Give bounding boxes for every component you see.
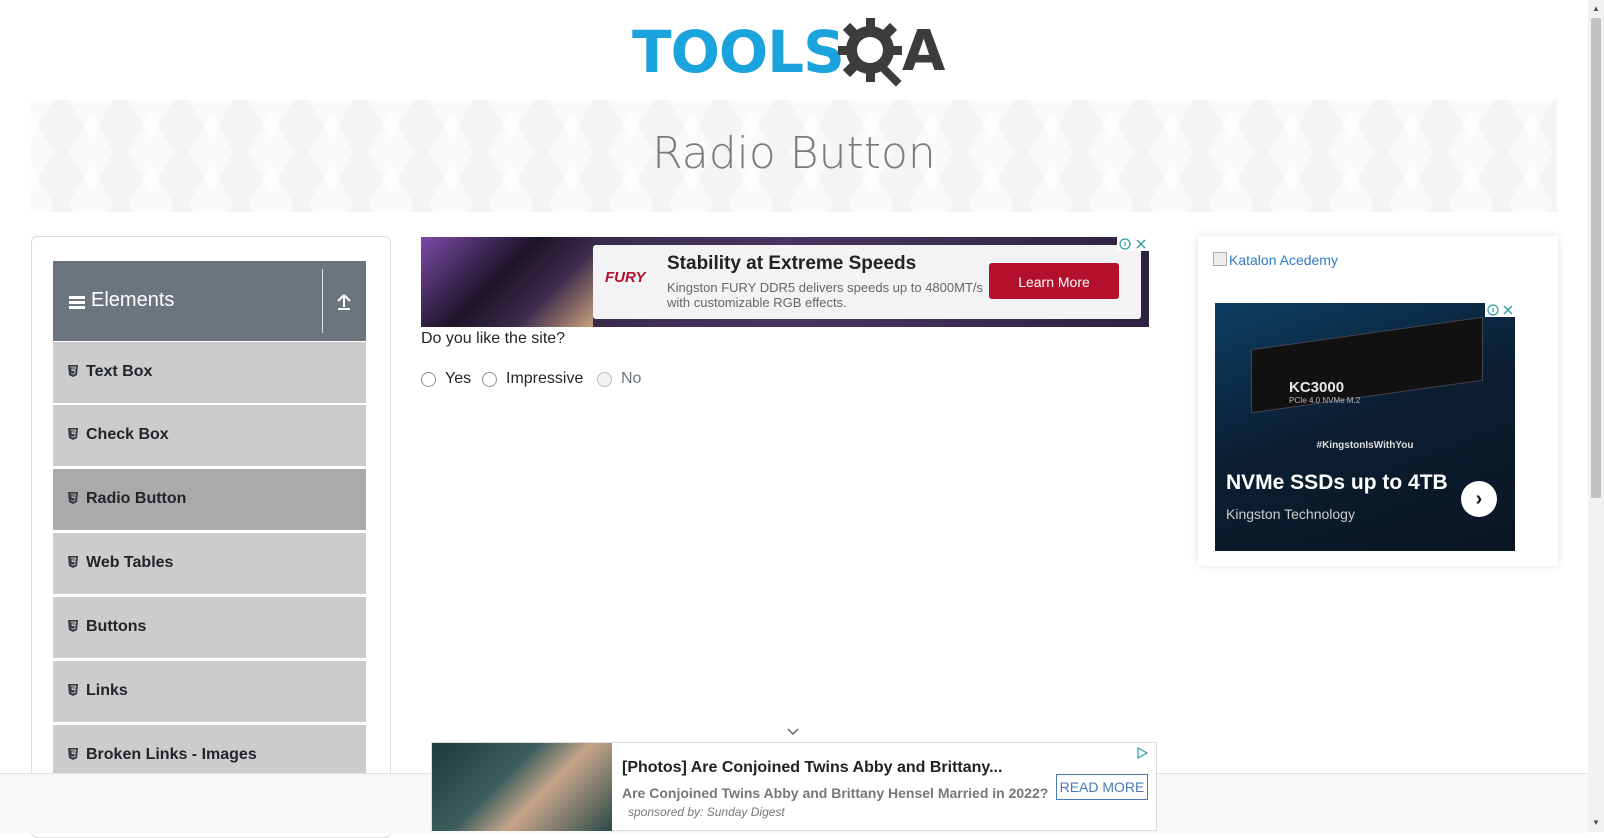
html5-icon <box>68 428 78 440</box>
sidebar-item-label: Check Box <box>86 426 169 443</box>
sidebar-item-web-tables[interactable]: Web Tables <box>53 533 366 596</box>
radio-circle <box>597 372 612 387</box>
gear-magnifier-icon <box>838 18 902 87</box>
ad-hashtag: #KingstonIsWithYou <box>1316 440 1414 451</box>
html5-icon <box>68 492 78 504</box>
read-more-button[interactable]: READ MORE <box>1056 774 1148 800</box>
ad-photo-twins <box>432 743 612 831</box>
ad-card: FURY Stability at Extreme Speeds Kingsto… <box>593 245 1141 319</box>
chevron-down-icon[interactable] <box>786 727 800 737</box>
hamburger-icon <box>69 296 85 309</box>
sidebar-item-label: Text Box <box>86 363 153 380</box>
ad-choices-close-icon[interactable] <box>1117 237 1149 251</box>
logo-a-text: A <box>902 19 946 84</box>
top-ad-banner[interactable]: FURY Stability at Extreme Speeds Kingsto… <box>421 237 1149 327</box>
html5-icon <box>68 556 78 568</box>
side-ad-headline: NVMe SSDs up to 4TB <box>1226 471 1448 494</box>
html5-icon <box>68 365 78 377</box>
sidebar-item-text-box[interactable]: Text Box <box>53 342 366 405</box>
chevron-right-icon[interactable]: › <box>1461 481 1497 517</box>
scroll-up-icon[interactable]: ▲ <box>1592 4 1600 13</box>
radio-circle[interactable] <box>421 372 436 387</box>
side-ad-container: Katalon Acedemy KC3000 PCIe 4.0 NVMe M.2… <box>1198 236 1558 566</box>
group-title: Elements <box>91 289 175 311</box>
sidebar-item-buttons[interactable]: Buttons <box>53 597 366 660</box>
group-header-elements[interactable]: Elements <box>53 261 366 341</box>
ssd-product-name: KC3000 <box>1289 379 1345 396</box>
sidebar-item-label: Radio Button <box>86 490 187 507</box>
ssd-product-sub: PCIe 4.0 NVMe M.2 <box>1289 396 1361 405</box>
radio-label[interactable]: Impressive <box>506 370 583 388</box>
learn-more-button[interactable]: Learn More <box>989 263 1119 299</box>
header-divider <box>322 269 323 333</box>
bottom-ad-banner[interactable]: [Photos] Are Conjoined Twins Abby and Br… <box>431 742 1157 831</box>
side-ad-advertiser: Kingston Technology <box>1226 506 1355 522</box>
ad-choices-close-icon[interactable] <box>1485 303 1515 317</box>
sidebar-item-check-box[interactable]: Check Box <box>53 405 366 468</box>
bottom-ad-description: Are Conjoined Twins Abby and Brittany He… <box>622 785 1049 801</box>
scrollbar-thumb[interactable] <box>1591 18 1601 498</box>
ad-headline: Stability at Extreme Speeds <box>667 253 917 274</box>
side-ad-banner[interactable]: KC3000 PCIe 4.0 NVMe M.2 #KingstonIsWith… <box>1215 303 1515 551</box>
ad-choices-icon[interactable] <box>1136 747 1148 759</box>
bottom-ad-sponsor: sponsored by: Sunday Digest <box>628 805 785 819</box>
page-scrollbar[interactable]: ▲ ▼ <box>1588 0 1604 832</box>
radio-circle[interactable] <box>482 372 497 387</box>
sidebar-item-label: Links <box>86 682 128 699</box>
scroll-down-icon[interactable]: ▼ <box>1592 818 1600 827</box>
html5-icon <box>68 684 78 696</box>
arrow-up-icon[interactable] <box>336 293 352 311</box>
left-panel: Elements Text Box Check Box Radio Button… <box>31 236 391 838</box>
ad-description: Kingston FURY DDR5 delivers speeds up to… <box>667 280 984 310</box>
sidebar-item-links[interactable]: Links <box>53 661 366 724</box>
toolsqa-logo[interactable]: TOOLS A <box>632 14 962 92</box>
ad-photo-ram <box>421 237 593 327</box>
page-title: Radio Button <box>652 128 936 179</box>
ad-brand-logo: FURY <box>605 269 646 286</box>
broken-image-link[interactable]: Katalon Acedemy <box>1213 252 1338 268</box>
sidebar-item-label: Web Tables <box>86 554 174 571</box>
radio-label[interactable]: Yes <box>445 370 471 388</box>
broken-image-alt: Katalon Acedemy <box>1229 252 1338 268</box>
page-banner: Radio Button <box>31 100 1557 212</box>
html5-icon <box>68 620 78 632</box>
radio-label: No <box>621 370 642 387</box>
sidebar-item-label: Buttons <box>86 618 147 635</box>
ssd-image <box>1251 316 1483 414</box>
sidebar-item-radio-button[interactable]: Radio Button <box>53 469 366 532</box>
sidebar-item-label: Broken Links - Images <box>86 746 257 763</box>
logo-tools-text: TOOLS <box>632 18 845 86</box>
html5-icon <box>68 748 78 760</box>
bottom-ad-headline[interactable]: [Photos] Are Conjoined Twins Abby and Br… <box>622 759 1002 777</box>
broken-image-icon <box>1213 252 1227 266</box>
question-text: Do you like the site? <box>421 330 566 347</box>
